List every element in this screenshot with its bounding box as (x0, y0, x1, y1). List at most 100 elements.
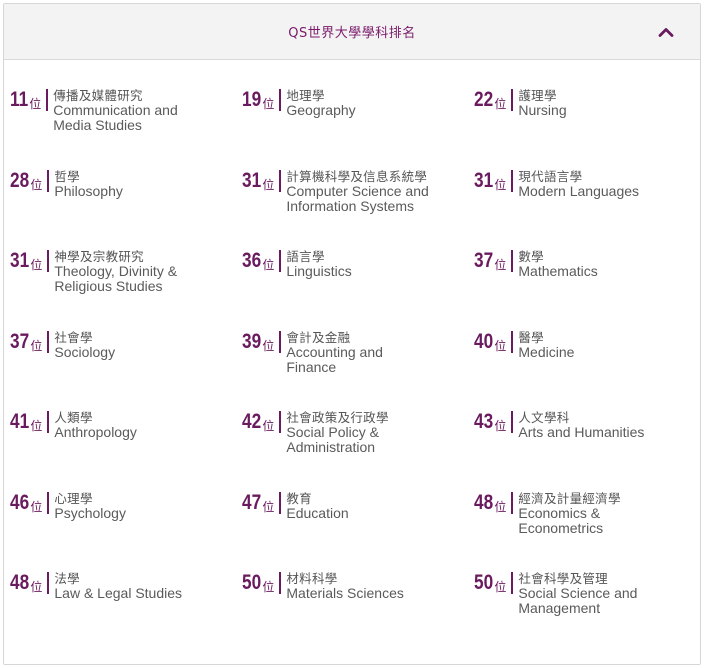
rank-badge: 41 位 (10, 411, 42, 433)
subject-item: 31 位 神學及宗教研究 Theology, Divinity & Religio… (10, 249, 242, 330)
subject-item: 42 位 社會政策及行政學 Social Policy & Administrat… (242, 410, 474, 491)
subject-item: 48 位 法學 Law & Legal Studies (10, 571, 242, 652)
rank-divider (511, 250, 514, 272)
subject-name-en: Philosophy (54, 182, 123, 199)
rank-number: 46 (10, 490, 30, 514)
rank-number: 37 (10, 329, 30, 353)
rank-badge: 28 位 (10, 169, 43, 192)
rank-badge: 50 位 (242, 572, 274, 594)
rank-divider (279, 330, 282, 353)
subject-item: 37 位 社會學 Sociology (10, 330, 242, 411)
subject-name-zh: 社會科學及管理 (518, 571, 608, 586)
subject-item: 50 位 材料科學 Materials Sciences (242, 571, 474, 652)
collapse-button[interactable] (654, 20, 678, 44)
rank-badge: 39 位 (242, 329, 274, 353)
rank-badge: 47 位 (242, 490, 275, 514)
subject-item: 22 位 護理學 Nursing (474, 88, 700, 169)
rank-divider (511, 89, 514, 111)
rank-number: 42 (242, 410, 262, 433)
subject-name-en: Theology, Divinity & Religious Studies (54, 263, 178, 294)
subject-name-en: Nursing (518, 102, 567, 118)
rank-badge: 43 位 (474, 411, 506, 433)
subject-names: 護理學 Nursing (518, 88, 668, 118)
subject-names: 現代語言學 Modern Languages (518, 169, 668, 199)
subject-name-zh: 人文學科 (518, 410, 570, 425)
rank-unit: 位 (30, 338, 43, 353)
rank-badge: 50 位 (474, 572, 506, 594)
subject-name-zh: 教育 (286, 490, 312, 506)
rank-number: 47 (242, 490, 262, 514)
rank-number: 31 (10, 249, 30, 272)
rank-number: 31 (242, 168, 262, 192)
subject-names: 人文學科 Arts and Humanities (518, 410, 668, 440)
rank-unit: 位 (29, 97, 42, 111)
rank-unit: 位 (262, 419, 275, 433)
subject-name-en: Anthropology (54, 424, 137, 440)
subject-names: 數學 Mathematics (518, 249, 668, 279)
subject-name-en: Social Science and Management (518, 585, 638, 616)
rank-unit: 位 (30, 258, 43, 272)
panel-header[interactable]: QS世界大學學科排名 (4, 4, 700, 60)
subject-item: 28 位 哲學 Philosophy (10, 169, 242, 250)
rank-divider (279, 169, 282, 192)
subject-names: 教育 Education (286, 491, 436, 521)
rank-number: 48 (474, 490, 494, 514)
subject-names: 哲學 Philosophy (54, 169, 204, 199)
chevron-up-icon (658, 28, 674, 37)
rank-badge: 31 位 (10, 250, 42, 272)
rank-divider (279, 491, 282, 514)
rank-unit: 位 (30, 499, 43, 514)
rank-number: 19 (242, 88, 262, 111)
rank-divider (279, 89, 282, 111)
subject-name-en: Accounting and Finance (286, 343, 383, 375)
rank-number: 41 (10, 410, 30, 433)
rank-number: 40 (474, 329, 494, 353)
subject-names: 傳播及媒體研究 Communication and Media Studies (53, 88, 203, 133)
rank-divider (511, 572, 514, 594)
subject-name-en: Education (286, 504, 349, 521)
rank-badge: 36 位 (242, 250, 274, 272)
rank-unit: 位 (494, 580, 507, 594)
subject-item: 36 位 語言學 Linguistics (242, 249, 474, 330)
subject-name-zh: 人類學 (54, 410, 93, 425)
rank-badge: 46 位 (10, 490, 43, 514)
rank-badge: 48 位 (10, 572, 42, 594)
subject-names: 醫學 Medicine (518, 330, 668, 360)
subject-item: 47 位 教育 Education (242, 491, 474, 572)
subject-name-en: Communication and Media Studies (53, 102, 178, 133)
subject-name-zh: 會計及金融 (286, 329, 351, 345)
rank-unit: 位 (494, 97, 507, 111)
rank-badge: 37 位 (10, 329, 43, 353)
rank-number: 50 (474, 571, 494, 594)
subject-name-en: Economics & Econometrics (518, 504, 604, 536)
subject-item: 31 位 現代語言學 Modern Languages (474, 169, 700, 250)
rank-divider (511, 491, 514, 514)
subject-name-zh: 心理學 (54, 490, 93, 506)
rank-unit: 位 (494, 338, 507, 353)
subject-item: 31 位 計算機科學及信息系統學 Computer Science and Inf… (242, 169, 474, 250)
rank-unit: 位 (262, 580, 275, 594)
rank-unit: 位 (262, 177, 275, 192)
rank-unit: 位 (262, 499, 275, 514)
subject-name-en: Medicine (518, 343, 575, 360)
rank-divider (511, 411, 514, 433)
rank-unit: 位 (494, 258, 507, 272)
rank-unit: 位 (30, 177, 43, 192)
rank-badge: 31 位 (242, 168, 275, 192)
subject-item: 19 位 地理學 Geography (242, 88, 474, 169)
subject-name-zh: 醫學 (518, 329, 544, 345)
subject-names: 經濟及計量經濟學 Economics & Econometrics (518, 491, 643, 536)
rank-number: 39 (242, 329, 262, 353)
rank-divider (511, 169, 514, 192)
rank-unit: 位 (262, 258, 275, 272)
rank-divider (511, 330, 514, 353)
rank-divider (47, 491, 50, 514)
subject-name-en: Modern Languages (518, 182, 640, 199)
rank-number: 37 (474, 249, 494, 272)
subject-name-en: Social Policy & Administration (286, 424, 379, 455)
subject-names: 心理學 Psychology (54, 491, 204, 521)
subject-name-zh: 材料科學 (286, 571, 338, 586)
subject-names: 人類學 Anthropology (54, 410, 204, 440)
rank-divider (279, 572, 282, 594)
rank-number: 22 (474, 88, 494, 111)
